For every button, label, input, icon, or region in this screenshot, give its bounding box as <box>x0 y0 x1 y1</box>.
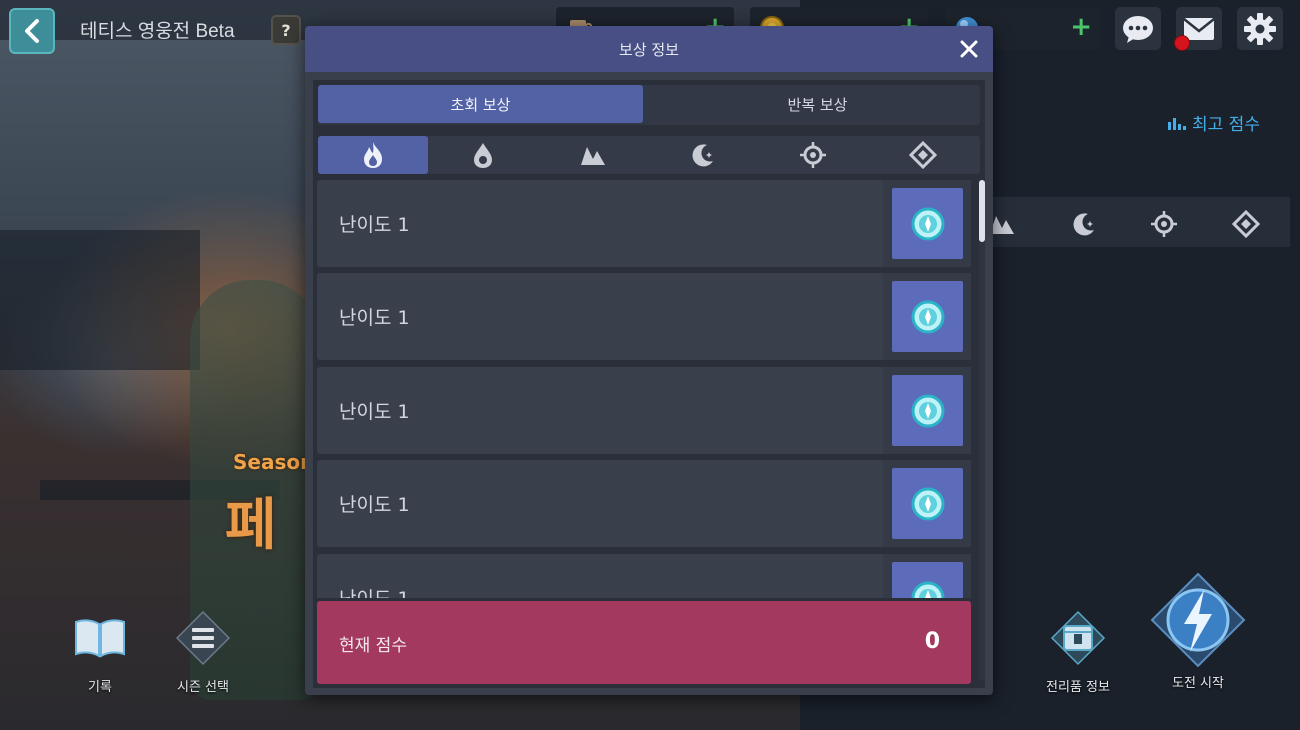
current-score-value: 0 <box>924 629 940 654</box>
close-button[interactable] <box>957 37 981 61</box>
nav-record-label: 기록 <box>88 680 112 695</box>
list-item: 난이도 1 <box>317 460 971 547</box>
moon-icon <box>1068 208 1100 240</box>
bar-chart-icon <box>1168 117 1186 130</box>
sun-icon <box>800 142 826 168</box>
start-challenge-button[interactable]: 도전 시작 <box>1150 572 1246 702</box>
settings-button[interactable] <box>1237 7 1283 50</box>
reward-item[interactable] <box>892 188 963 259</box>
chest-icon <box>1050 610 1106 666</box>
list-item: 난이도 1 <box>317 554 971 598</box>
season-logo-title: 페 <box>225 493 277 558</box>
list-item: 난이도 1 <box>317 180 971 267</box>
list-scrollbar[interactable] <box>979 180 985 680</box>
chevron-left-icon <box>25 19 39 43</box>
page-title: 테티스 영웅전 Beta <box>80 21 235 42</box>
reward-list[interactable]: 난이도 1 난이도 1 난이도 1 난이도 1 <box>317 180 971 598</box>
emblem-icon <box>911 581 944 598</box>
help-button[interactable]: ? <box>271 15 301 45</box>
element-tab-moon[interactable] <box>648 136 758 174</box>
difficulty-label: 난이도 1 <box>339 584 410 598</box>
emblem-icon <box>911 487 944 520</box>
difficulty-label: 난이도 1 <box>339 307 410 329</box>
close-icon <box>960 40 978 58</box>
diamond-icon <box>1230 208 1262 240</box>
best-score-label: 최고 점수 <box>1192 115 1260 135</box>
season-logo-text: Season <box>233 450 315 474</box>
emblem-icon <box>911 300 944 333</box>
nav-season-select-label: 시즌 선택 <box>177 680 229 695</box>
element-tab-earth[interactable] <box>538 136 648 174</box>
nav-loot-info[interactable]: 전리품 정보 <box>1038 608 1118 708</box>
nav-season-select[interactable]: 시즌 선택 <box>163 608 243 708</box>
mail-notification-dot <box>1174 35 1190 51</box>
diamond-icon <box>909 141 937 169</box>
emblem-icon <box>911 394 944 427</box>
difficulty-label: 난이도 1 <box>339 494 410 516</box>
reward-info-dialog: 보상 정보 초회 보상 반복 보상 난이도 1 난이도 1 난이도 1 난이도 … <box>305 26 993 695</box>
nav-loot-info-label: 전리품 정보 <box>1046 680 1110 695</box>
tab-first-clear-reward[interactable]: 초회 보상 <box>318 85 643 123</box>
element-tab-diamond[interactable] <box>868 136 978 174</box>
element-tab-sun[interactable] <box>758 136 868 174</box>
reward-type-tabs: 초회 보상 반복 보상 <box>318 85 980 125</box>
list-item: 난이도 1 <box>317 273 971 360</box>
chat-icon <box>1123 15 1153 43</box>
difficulty-label: 난이도 1 <box>339 401 410 423</box>
current-score-label: 현재 점수 <box>339 636 407 656</box>
sun-icon <box>1148 208 1180 240</box>
earth-icon <box>581 147 605 165</box>
chat-button[interactable] <box>1115 7 1161 50</box>
current-score-bar: 현재 점수 0 <box>317 601 971 684</box>
list-item: 난이도 1 <box>317 367 971 454</box>
book-icon <box>75 619 125 658</box>
best-score-button[interactable]: 최고 점수 <box>1168 110 1260 135</box>
element-tab-water[interactable] <box>428 136 538 174</box>
reward-item[interactable] <box>892 281 963 352</box>
fire-icon <box>364 142 382 168</box>
reward-item[interactable] <box>892 562 963 598</box>
list-icon <box>175 610 231 666</box>
moon-icon <box>692 144 713 167</box>
back-button[interactable] <box>9 8 55 54</box>
water-icon <box>474 143 492 168</box>
nav-record[interactable]: 기록 <box>60 608 140 708</box>
reward-item[interactable] <box>892 375 963 446</box>
lightning-icon <box>1150 572 1246 668</box>
element-tabs <box>318 136 980 174</box>
dialog-body: 초회 보상 반복 보상 난이도 1 난이도 1 난이도 1 난이도 1 현재 점… <box>313 80 985 688</box>
emblem-icon <box>911 207 944 240</box>
reward-item[interactable] <box>892 468 963 539</box>
scrollbar-thumb[interactable] <box>979 180 985 242</box>
element-tab-fire[interactable] <box>318 136 428 174</box>
start-challenge-label: 도전 시작 <box>1172 676 1224 691</box>
gear-icon <box>1244 12 1276 45</box>
dialog-header: 보상 정보 <box>305 26 993 72</box>
dialog-title: 보상 정보 <box>619 41 679 59</box>
difficulty-label: 난이도 1 <box>339 214 410 236</box>
tab-repeat-reward[interactable]: 반복 보상 <box>655 85 980 123</box>
add-gem-button[interactable]: + <box>1070 14 1092 40</box>
game-screen: Season 페 테티스 영웅전 Beta ? + + + <box>0 0 1300 730</box>
